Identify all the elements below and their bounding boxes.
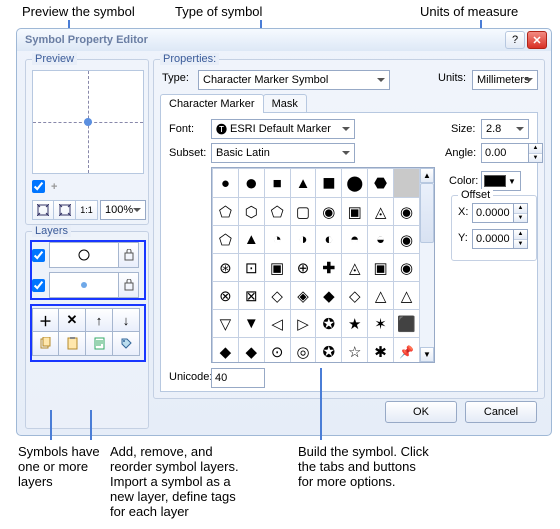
font-value: ESRI Default Marker xyxy=(230,123,331,135)
unicode-input[interactable] xyxy=(211,368,265,388)
type-label: Type: xyxy=(162,72,189,84)
subset-label: Subset: xyxy=(169,147,206,159)
preview-label: Preview xyxy=(32,53,77,65)
annot-line xyxy=(50,410,52,440)
annot-tools-note: Add, remove, and reorder symbol layers. … xyxy=(110,444,239,519)
layer-visible-1[interactable] xyxy=(32,279,45,292)
angle-input[interactable]: 0.00 xyxy=(481,143,529,163)
units-value: Millimeters xyxy=(477,74,530,86)
glyph-grid[interactable]: ●●■▲■⬤⬣ ⬠⬡⬠▢◉▣◬◉ ⬠▲◔◑◐◓◒◉ ⊛⊡▣⊕✚◬▣◉ ⊗⊠◇◈ xyxy=(211,167,435,363)
units-label: Units: xyxy=(438,72,466,84)
cancel-button[interactable]: Cancel xyxy=(465,401,537,423)
layer-tools: ＋ ✕ ↑ ↓ xyxy=(32,308,144,356)
window-title: Symbol Property Editor xyxy=(25,34,148,46)
size-combo[interactable]: 2.8 xyxy=(481,119,529,139)
offset-x-label: X: xyxy=(458,206,468,218)
annot-layers-note: Symbols have one or more layers xyxy=(18,444,100,489)
annot-preview: Preview the symbol xyxy=(22,4,135,19)
preview-panel: Preview + 1:1 100% xyxy=(25,59,149,225)
unicode-label: Unicode: xyxy=(169,371,212,383)
layer-visible-0[interactable] xyxy=(32,249,45,262)
help-button[interactable]: ? xyxy=(505,31,525,49)
layers-list xyxy=(32,242,144,302)
offset-x-spin[interactable]: ▲▼ xyxy=(514,203,528,223)
font-icon: 🅣 xyxy=(216,121,227,137)
scroll-down-icon[interactable]: ▼ xyxy=(420,347,434,362)
layer-lock-0[interactable] xyxy=(119,242,139,268)
angle-label: Angle: xyxy=(445,147,476,159)
layer-swatch-0[interactable] xyxy=(49,242,119,268)
offset-label: Offset xyxy=(458,189,493,201)
layer-copy-button[interactable] xyxy=(32,332,59,356)
type-value: Character Marker Symbol xyxy=(203,74,328,86)
annot-build-note: Build the symbol. Click the tabs and but… xyxy=(298,444,429,489)
layer-row-0[interactable] xyxy=(32,242,144,268)
zoom-extent-button[interactable] xyxy=(32,200,54,220)
layers-label: Layers xyxy=(32,225,71,237)
tab-character-marker[interactable]: Character Marker xyxy=(160,94,264,113)
size-value: 2.8 xyxy=(486,123,501,135)
layer-tag-button[interactable] xyxy=(113,332,140,356)
color-label: Color: xyxy=(449,175,478,187)
glyph-scrollbar[interactable]: ▲ ▼ xyxy=(419,168,434,362)
zoom-value: 100% xyxy=(105,204,133,216)
size-label: Size: xyxy=(451,123,475,135)
ok-button[interactable]: OK xyxy=(385,401,457,423)
offset-y-label: Y: xyxy=(458,232,468,244)
color-picker[interactable]: ▼ xyxy=(481,171,521,191)
offset-y-input[interactable]: 0.0000 xyxy=(472,229,514,249)
type-combo[interactable]: Character Marker Symbol xyxy=(198,70,390,90)
glyph-table: ●●■▲■⬤⬣ ⬠⬡⬠▢◉▣◬◉ ⬠▲◔◑◐◓◒◉ ⊛⊡▣⊕✚◬▣◉ ⊗⊠◇◈ xyxy=(212,168,420,363)
angle-value: 0.00 xyxy=(485,147,506,159)
zoom-1to1-button[interactable]: 1:1 xyxy=(76,200,98,220)
subset-combo[interactable]: Basic Latin xyxy=(211,143,355,163)
annot-line xyxy=(320,368,322,440)
tab-mask[interactable]: Mask xyxy=(263,94,307,113)
layer-import-button[interactable] xyxy=(86,332,113,356)
layer-remove-button[interactable]: ✕ xyxy=(59,308,86,332)
offset-x-input[interactable]: 0.0000 xyxy=(472,203,514,223)
zoom-full-button[interactable] xyxy=(54,200,76,220)
preview-canvas xyxy=(32,70,144,174)
preview-crosshair-toggle[interactable] xyxy=(32,180,45,193)
offset-y-value: 0.0000 xyxy=(476,233,510,245)
layer-add-button[interactable]: ＋ xyxy=(32,308,59,332)
subset-value: Basic Latin xyxy=(216,147,270,159)
layer-swatch-1[interactable] xyxy=(49,272,119,298)
preview-symbol xyxy=(84,118,92,126)
offset-x-value: 0.0000 xyxy=(476,207,510,219)
font-label: Font: xyxy=(169,123,194,135)
units-combo[interactable]: Millimeters xyxy=(472,70,538,90)
annot-type: Type of symbol xyxy=(175,4,262,19)
scroll-up-icon[interactable]: ▲ xyxy=(420,168,434,183)
close-button[interactable]: ✕ xyxy=(527,31,547,49)
annot-line xyxy=(90,410,92,440)
tab-page: Font: 🅣 ESRI Default Marker Subset: Basi… xyxy=(160,112,538,392)
preview-plus-icon: + xyxy=(51,181,57,193)
layer-row-1[interactable] xyxy=(32,272,144,298)
zoom-combo[interactable]: 100% xyxy=(100,200,146,220)
font-combo[interactable]: 🅣 ESRI Default Marker xyxy=(211,119,355,139)
layers-panel: Layers ＋ ✕ ↑ ↓ xyxy=(25,231,149,429)
layer-lock-1[interactable] xyxy=(119,272,139,298)
offset-frame: Offset X: 0.0000 ▲▼ Y: 0.0000 ▲▼ xyxy=(451,195,537,261)
layer-up-button[interactable]: ↑ xyxy=(86,308,113,332)
titlebar: Symbol Property Editor ? ✕ xyxy=(17,29,551,51)
properties-panel: Properties: Type: Character Marker Symbo… xyxy=(153,59,545,399)
layer-down-button[interactable]: ↓ xyxy=(113,308,140,332)
angle-spin[interactable]: ▲▼ xyxy=(529,143,543,163)
offset-y-spin[interactable]: ▲▼ xyxy=(514,229,528,249)
scroll-thumb[interactable] xyxy=(420,183,434,243)
dialog-window: Symbol Property Editor ? ✕ Preview + 1:1… xyxy=(16,28,552,436)
annot-units: Units of measure xyxy=(420,4,518,19)
color-chip xyxy=(484,175,506,187)
properties-label: Properties: xyxy=(160,53,219,65)
chevron-down-icon: ▼ xyxy=(506,177,518,186)
layer-paste-button[interactable] xyxy=(59,332,86,356)
